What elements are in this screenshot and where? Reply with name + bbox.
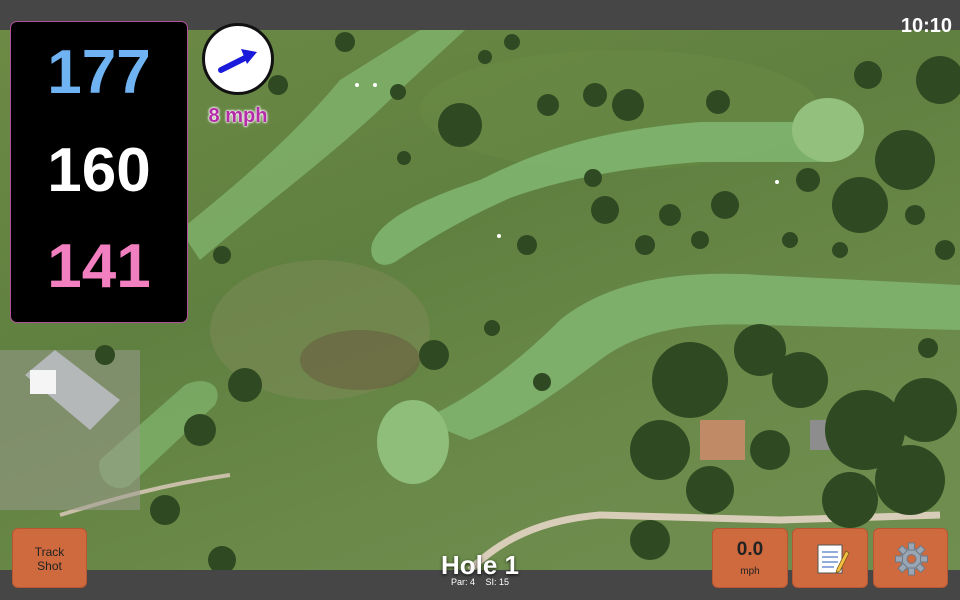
speed-button[interactable]: 0.0 mph [712, 528, 788, 588]
track-shot-label-line2: Shot [37, 559, 62, 573]
wind-speed-label: 8 mph [208, 105, 268, 127]
notepad-icon [817, 544, 850, 574]
hole-info: Par: 4 SI: 15 [380, 577, 580, 587]
speed-value: 0.0 [736, 539, 764, 560]
building [700, 420, 745, 460]
settings-button[interactable] [873, 528, 948, 588]
gear-icon [895, 542, 928, 576]
building [30, 370, 56, 394]
hole-stroke-index: SI: 15 [485, 577, 510, 587]
hole-par: Par: 4 [450, 577, 475, 587]
arrow-icon [218, 49, 257, 73]
notes-button[interactable] [792, 528, 868, 588]
putting-green [792, 98, 864, 162]
back-yardage: 177 [47, 38, 151, 107]
middle-yardage: 160 [47, 136, 151, 205]
track-shot-button[interactable]: Track Shot [12, 528, 87, 588]
track-shot-label-line1: Track [34, 545, 65, 559]
front-yardage: 141 [47, 232, 151, 301]
fairway [371, 122, 830, 265]
speed-unit: mph [740, 566, 760, 577]
yardage-panel: 177 160 141 [11, 22, 187, 322]
status-time: 10:10 [900, 15, 952, 37]
putting-green [377, 400, 449, 484]
wind-indicator [202, 23, 274, 95]
dirt-patch [300, 330, 420, 390]
